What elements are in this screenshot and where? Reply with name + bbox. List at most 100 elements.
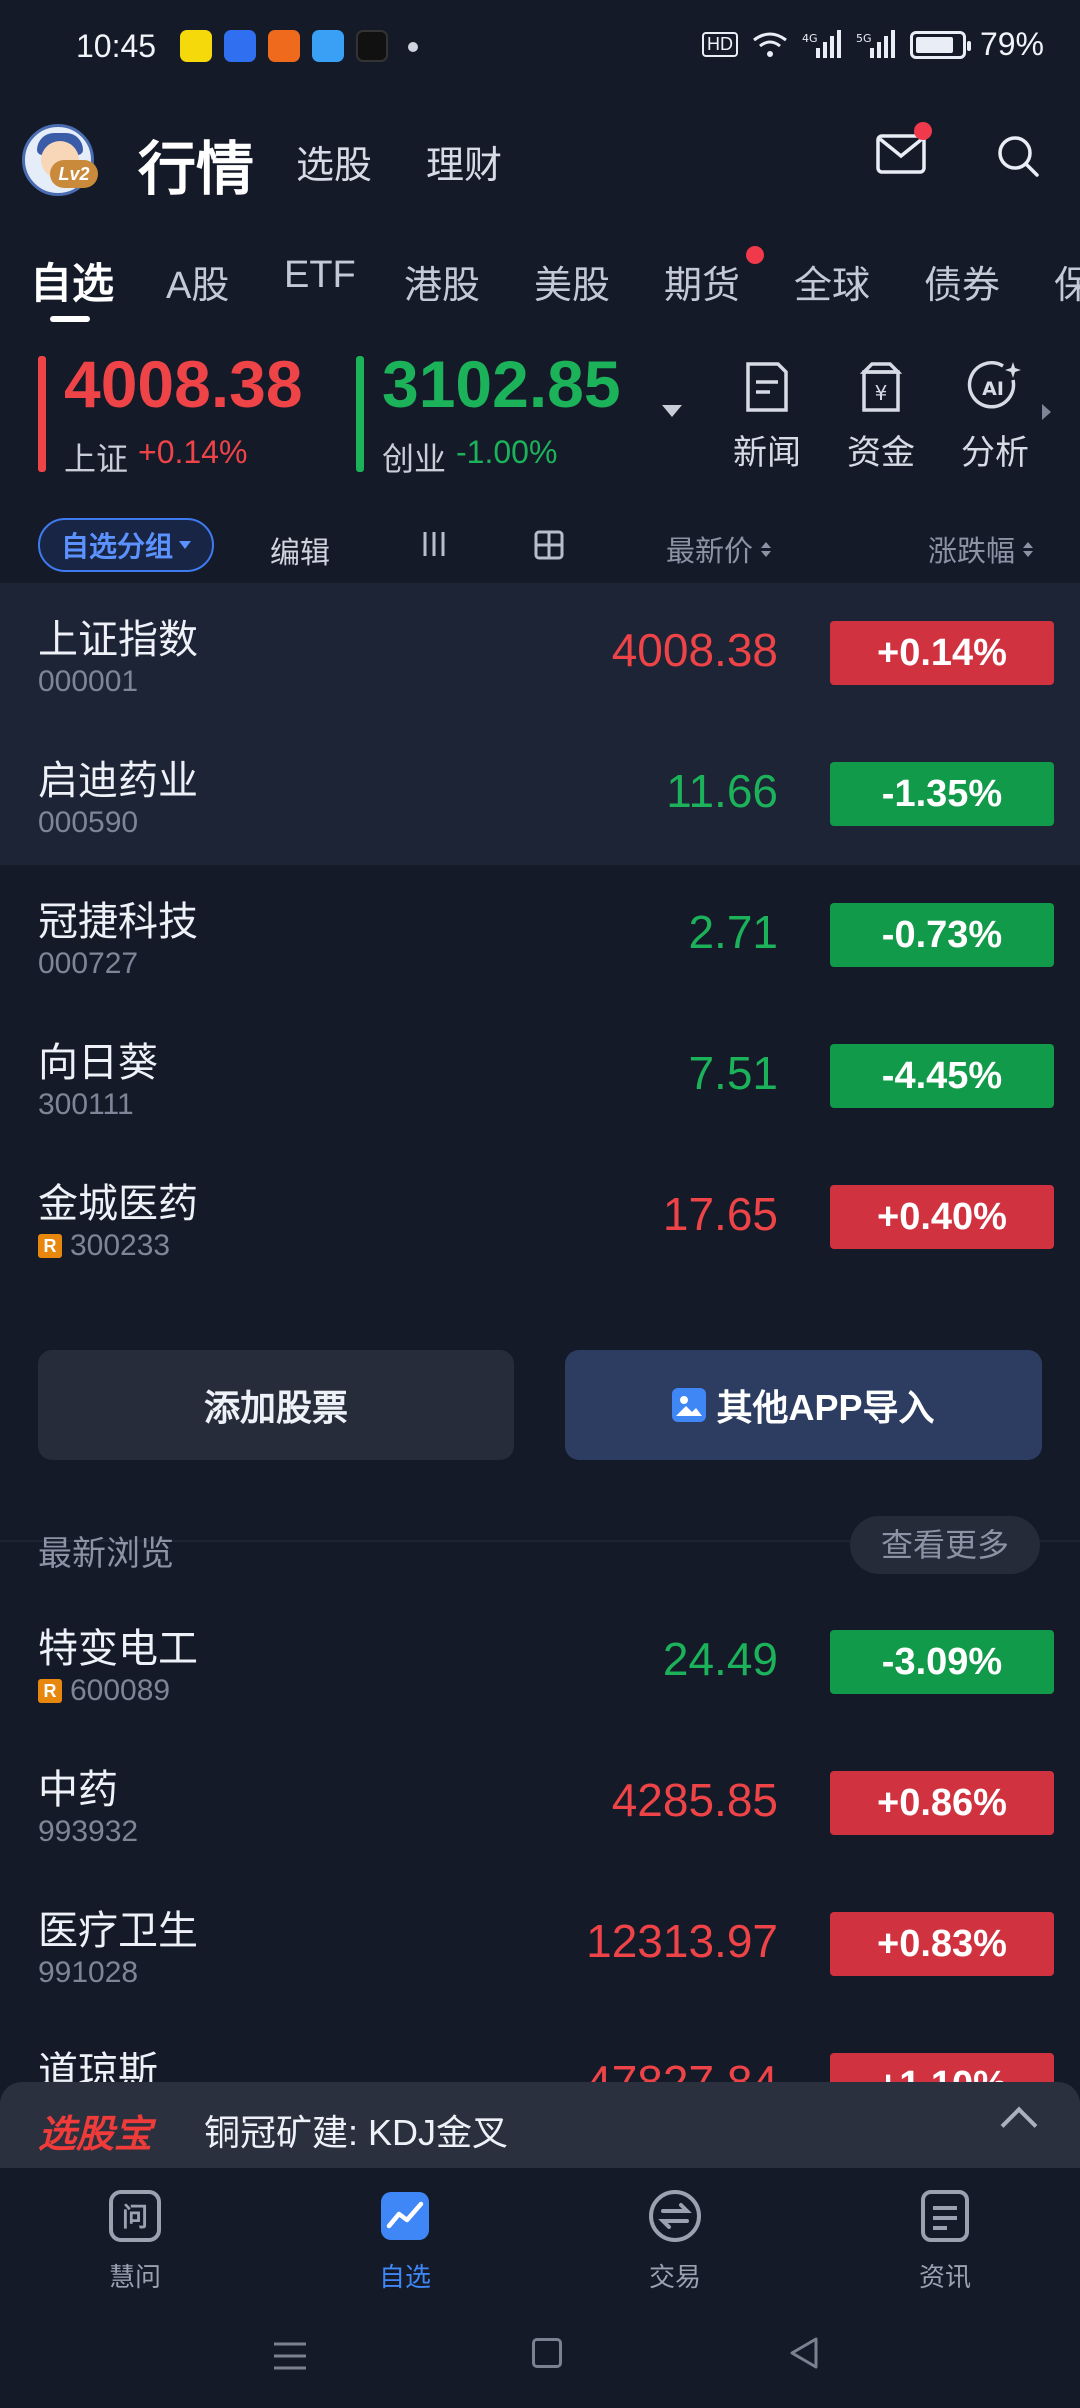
edit-button[interactable]: 编辑 xyxy=(270,528,330,572)
stock-price: 11.66 xyxy=(666,765,778,817)
ask-icon: 问 xyxy=(109,2190,161,2242)
ticker-banner[interactable] xyxy=(0,2082,1080,2168)
stock-picker-link[interactable]: 选股 xyxy=(296,134,372,189)
nav-news-label: 资讯 xyxy=(918,2262,971,2292)
stock-name: 医疗卫生 xyxy=(38,1909,198,1953)
stock-code: 000590 xyxy=(38,806,138,840)
tab-global[interactable]: 全球 xyxy=(794,254,870,309)
analysis-quick-action[interactable]: AI 分析 xyxy=(950,360,1040,474)
sort-by-change[interactable]: 涨跌幅 xyxy=(928,528,1034,570)
stock-price: 4008.38 xyxy=(611,624,778,676)
stock-row[interactable]: 金城医药 R 300233 17.65 +0.40% xyxy=(0,1147,1080,1288)
tab-futures[interactable]: 期货 xyxy=(664,254,740,309)
columns-view-icon[interactable] xyxy=(420,530,448,558)
stock-code-value: 000001 xyxy=(38,665,139,698)
stock-picker-logo: 选股宝 xyxy=(38,2114,153,2156)
news-icon xyxy=(746,362,788,412)
nav-news[interactable]: 资讯 xyxy=(870,2186,1020,2294)
nav-trade-label: 交易 xyxy=(648,2262,701,2292)
recent-apps-icon[interactable] xyxy=(272,2340,308,2372)
wealth-link[interactable]: 理财 xyxy=(426,134,502,189)
stock-name: 上证指数 xyxy=(38,618,198,662)
add-stock-button[interactable]: 添加股票 xyxy=(38,1350,514,1460)
stock-row[interactable]: 冠捷科技 000727 2.71 -0.73% xyxy=(0,865,1080,1006)
import-from-app-button[interactable]: 其他APP导入 xyxy=(565,1350,1042,1460)
tab-indicator xyxy=(50,316,90,322)
tab-more[interactable]: 保 xyxy=(1054,254,1080,309)
index-marker-down xyxy=(356,356,364,472)
stock-price: 2.71 xyxy=(688,906,778,958)
ai-analysis-icon: AI xyxy=(967,361,1021,409)
capital-quick-action[interactable]: ¥ 资金 xyxy=(836,360,926,474)
stock-change-badge[interactable]: +0.40% xyxy=(830,1185,1054,1249)
capital-label: 资金 xyxy=(847,434,915,472)
tab-watchlist[interactable]: 自选 xyxy=(30,250,114,311)
shanghai-index-value[interactable]: 4008.38 xyxy=(64,346,303,422)
chinext-index-value[interactable]: 3102.85 xyxy=(382,346,621,422)
quick-actions-more-arrow[interactable] xyxy=(1042,404,1051,420)
mail-icon[interactable] xyxy=(876,134,926,174)
tab-bonds[interactable]: 债券 xyxy=(924,254,1000,309)
home-icon[interactable] xyxy=(532,2338,562,2368)
nav-ask-label: 慧问 xyxy=(108,2262,161,2292)
search-icon[interactable] xyxy=(996,134,1040,178)
mail-unread-dot xyxy=(914,122,932,140)
stock-change-badge[interactable]: -4.45% xyxy=(830,1044,1054,1108)
svg-text:AI: AI xyxy=(982,378,1004,400)
stock-row[interactable]: 向日葵 300111 7.51 -4.45% xyxy=(0,1006,1080,1147)
stock-price: 24.49 xyxy=(662,1633,778,1685)
page-title[interactable]: 行情 xyxy=(138,122,254,206)
svg-text:5G: 5G xyxy=(856,32,872,45)
money-icon: ¥ xyxy=(859,362,903,412)
stock-code: 000727 xyxy=(38,947,138,981)
svg-text:问: 问 xyxy=(122,2203,148,2233)
back-icon[interactable] xyxy=(788,2336,820,2370)
grid-view-icon[interactable] xyxy=(534,530,564,560)
shanghai-index-change: +0.14% xyxy=(138,434,248,470)
watchlist-group-selector[interactable]: 自选分组 xyxy=(38,518,214,572)
stock-price: 4285.85 xyxy=(611,1774,778,1826)
stock-code-value: 000590 xyxy=(38,806,139,839)
index-dropdown-caret[interactable] xyxy=(662,405,682,417)
stock-row[interactable]: 医疗卫生 991028 12313.97 +0.83% xyxy=(0,1874,1080,2015)
index-marker-up xyxy=(38,356,46,472)
price-header-label: 最新价 xyxy=(666,536,754,568)
baidu-notification-icon xyxy=(224,30,256,62)
r-badge-icon: R xyxy=(38,1234,62,1258)
stock-row[interactable]: 特变电工 R 600089 24.49 -3.09% xyxy=(0,1592,1080,1733)
nav-trade[interactable]: 交易 xyxy=(600,2186,750,2294)
ticker-message[interactable]: 铜冠矿建: KDJ金叉 xyxy=(204,2104,508,2156)
stock-name: 启迪药业 xyxy=(38,759,198,803)
stock-name: 向日葵 xyxy=(38,1041,158,1085)
stock-row[interactable]: 启迪药业 000590 11.66 -1.35% xyxy=(0,724,1080,865)
stock-change-badge[interactable]: +0.86% xyxy=(830,1771,1054,1835)
sort-arrows-icon xyxy=(1023,541,1034,557)
stock-change-badge[interactable]: +0.83% xyxy=(830,1912,1054,1976)
view-more-button[interactable]: 查看更多 xyxy=(850,1516,1040,1574)
stock-row[interactable]: 中药 993932 4285.85 +0.86% xyxy=(0,1733,1080,1874)
app-notification-icon xyxy=(180,30,212,62)
nav-watchlist-label: 自选 xyxy=(378,2262,431,2292)
nav-watchlist[interactable]: 自选 xyxy=(330,2186,480,2294)
sort-arrows-icon xyxy=(761,541,772,557)
stock-change-badge[interactable]: -1.35% xyxy=(830,762,1054,826)
stock-change-badge[interactable]: -3.09% xyxy=(830,1630,1054,1694)
nav-ask[interactable]: 问 慧问 xyxy=(60,2186,210,2294)
tab-etf[interactable]: ETF xyxy=(284,254,356,297)
browser-notification-icon xyxy=(312,30,344,62)
tab-us-stocks[interactable]: 美股 xyxy=(534,254,610,309)
stock-name: 金城医药 xyxy=(38,1182,198,1226)
shanghai-index-name: 上证 xyxy=(64,441,129,477)
stock-row[interactable]: 上证指数 000001 4008.38 +0.14% xyxy=(0,583,1080,724)
stock-code-value: 991028 xyxy=(38,1956,139,1989)
tab-hk-stocks[interactable]: 港股 xyxy=(404,254,480,309)
futures-badge-dot xyxy=(746,246,764,264)
news-quick-action[interactable]: 新闻 xyxy=(722,360,812,474)
stock-change-badge[interactable]: +0.14% xyxy=(830,621,1054,685)
stock-price: 12313.97 xyxy=(586,1915,778,1967)
tab-a-shares[interactable]: A股 xyxy=(166,254,229,309)
news-label: 新闻 xyxy=(733,434,801,472)
sort-by-price[interactable]: 最新价 xyxy=(666,528,772,570)
stock-change-badge[interactable]: -0.73% xyxy=(830,903,1054,967)
status-icons: HD 4G 5G 79% xyxy=(701,26,1044,63)
